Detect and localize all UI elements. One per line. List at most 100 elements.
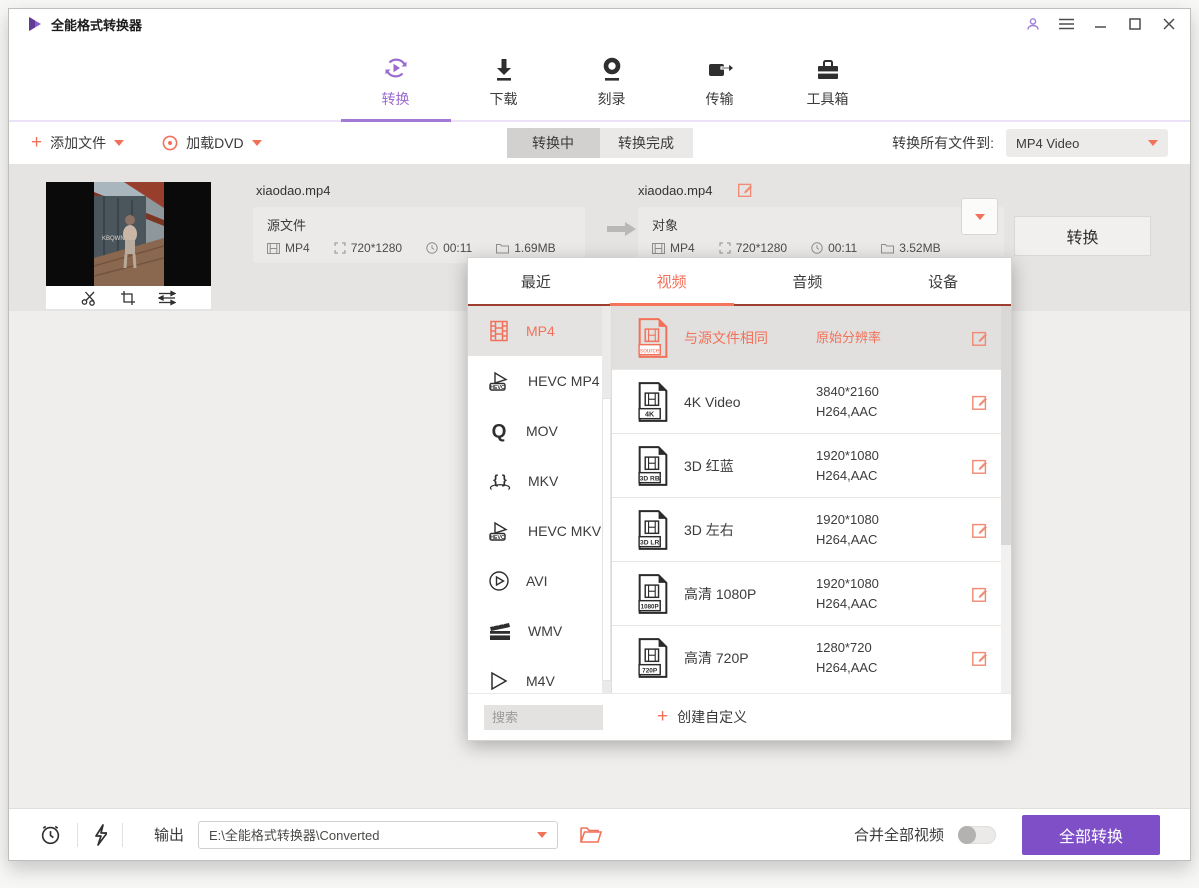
maximize-icon[interactable]	[1127, 17, 1142, 32]
format-list-scrollbar-thumb[interactable]	[602, 398, 611, 681]
preset-row-3d-rb[interactable]: 3D RB 3D 红蓝 1920*1080H264,AAC	[612, 434, 1011, 498]
chevron-down-icon	[537, 832, 547, 838]
nav-tab-label: 刻录	[598, 89, 626, 109]
format-item-mkv[interactable]: { } MKV	[468, 456, 611, 506]
tab-audio[interactable]: 音频	[740, 258, 876, 304]
toolbar: + 添加文件 加载DVD 转换中 转换完成 转换所有文件到: MP4 Video	[9, 122, 1190, 164]
nav-tab-convert[interactable]: 转换	[354, 51, 438, 109]
preset-edit-icon[interactable]	[971, 329, 989, 347]
load-dvd-button[interactable]: 加载DVD	[162, 133, 262, 153]
svg-text:HEVC: HEVC	[490, 535, 505, 541]
thumbnail-image: KBQWN	[46, 182, 211, 286]
nav-tab-burn[interactable]: 刻录	[570, 51, 654, 109]
mp4-film-icon	[488, 320, 510, 342]
chevron-down-icon[interactable]	[114, 140, 124, 146]
create-custom-label: 创建自定义	[677, 707, 747, 727]
preset-edit-icon[interactable]	[971, 457, 989, 475]
preset-name: 高清 1080P	[684, 584, 816, 604]
chevron-down-icon	[975, 214, 985, 220]
app-logo-icon	[27, 16, 43, 32]
convert-all-button[interactable]: 全部转换	[1022, 815, 1160, 855]
rename-edit-icon[interactable]	[737, 181, 754, 198]
preset-edit-icon[interactable]	[971, 521, 989, 539]
create-custom-button[interactable]: + 创建自定义	[657, 707, 747, 727]
minimize-icon[interactable]	[1093, 17, 1108, 32]
format-label: HEVC MKV	[528, 523, 601, 539]
nav-tab-transfer[interactable]: 传输	[678, 51, 762, 109]
chevron-down-icon	[1148, 140, 1158, 146]
svg-text:3D LR: 3D LR	[640, 539, 659, 546]
tab-converting[interactable]: 转换中	[507, 128, 600, 158]
preset-row-1080p[interactable]: 1080P 高清 1080P 1920*1080H264,AAC	[612, 562, 1011, 626]
format-label: WMV	[528, 623, 562, 639]
format-label: M4V	[526, 673, 555, 689]
mkv-brackets-icon: { }	[488, 470, 512, 492]
format-list-scrollbar-track[interactable]	[602, 306, 611, 693]
preset-list-scrollbar-track[interactable]	[1001, 306, 1011, 693]
format-item-mp4[interactable]: MP4	[468, 306, 611, 356]
preset-specs: 1920*1080H264,AAC	[816, 446, 879, 486]
format-item-wmv[interactable]: WMV	[468, 606, 611, 656]
format-item-hevc-mp4[interactable]: HEVC HEVC MP4	[468, 356, 611, 406]
preset-row-3d-lr[interactable]: 3D LR 3D 左右 1920*1080H264,AAC	[612, 498, 1011, 562]
preset-edit-icon[interactable]	[971, 649, 989, 667]
tab-recent[interactable]: 最近	[468, 258, 604, 304]
tab-device[interactable]: 设备	[875, 258, 1011, 304]
plus-icon: +	[31, 136, 42, 150]
preset-name: 3D 左右	[684, 520, 816, 540]
output-path-value: E:\全能格式转换器\Converted	[209, 825, 380, 844]
preset-list-scrollbar-thumb[interactable]	[1001, 306, 1011, 545]
open-folder-icon[interactable]	[580, 826, 602, 844]
clock-icon	[426, 242, 438, 254]
wmv-clapper-icon	[488, 620, 512, 642]
preset-name: 3D 红蓝	[684, 456, 816, 476]
hardware-acceleration-icon[interactable]	[93, 824, 107, 846]
format-label: MP4	[526, 323, 555, 339]
preset-edit-icon[interactable]	[971, 585, 989, 603]
resolution-icon	[719, 242, 731, 254]
schedule-clock-icon[interactable]	[39, 823, 62, 846]
effects-sliders-icon[interactable]	[158, 290, 176, 306]
target-format-dropdown-button[interactable]	[961, 198, 998, 235]
preset-row-720p[interactable]: 720P 高清 720P 1280*720H264,AAC	[612, 626, 1011, 690]
target-filename: xiaodao.mp4	[638, 183, 712, 198]
bottom-bar: 输出 E:\全能格式转换器\Converted 合并全部视频 全部转换	[9, 808, 1190, 860]
svg-text:HEVC: HEVC	[490, 385, 505, 391]
nav-tab-toolbox[interactable]: 工具箱	[786, 51, 870, 109]
plus-icon: +	[657, 710, 668, 724]
format-item-hevc-mkv[interactable]: HEVC HEVC MKV	[468, 506, 611, 556]
nav-tab-label: 转换	[382, 89, 410, 109]
format-item-mov[interactable]: Q MOV	[468, 406, 611, 456]
nav-tab-download[interactable]: 下载	[462, 51, 546, 109]
svg-text:1080P: 1080P	[641, 603, 659, 610]
convert-all-to-select[interactable]: MP4 Video	[1006, 129, 1168, 157]
format-item-avi[interactable]: AVI	[468, 556, 611, 606]
account-icon[interactable]	[1025, 17, 1040, 32]
merge-videos-toggle[interactable]	[958, 826, 996, 844]
output-label: 输出	[154, 824, 184, 845]
chevron-down-icon[interactable]	[252, 140, 262, 146]
convert-button[interactable]: 转换	[1014, 216, 1151, 256]
preset-edit-icon[interactable]	[971, 393, 989, 411]
trim-scissors-icon[interactable]	[81, 290, 98, 306]
merge-videos-label: 合并全部视频	[854, 824, 944, 845]
preset-row-source[interactable]: source 与源文件相同 原始分辨率	[612, 306, 1011, 370]
tab-converted[interactable]: 转换完成	[600, 128, 693, 158]
close-icon[interactable]	[1161, 17, 1176, 32]
output-path-select[interactable]: E:\全能格式转换器\Converted	[198, 821, 558, 849]
film-icon	[652, 243, 665, 254]
target-format: MP4	[652, 241, 695, 255]
crop-icon[interactable]	[120, 290, 136, 306]
add-file-button[interactable]: + 添加文件	[31, 133, 124, 153]
tab-video[interactable]: 视频	[604, 258, 740, 304]
burn-disc-icon	[600, 51, 624, 83]
search-input[interactable]	[484, 705, 603, 730]
format-item-m4v[interactable]: M4V	[468, 656, 611, 693]
hevc-play-icon: HEVC	[488, 520, 512, 542]
menu-icon[interactable]	[1059, 17, 1074, 32]
preset-3d-lr-icon: 3D LR	[636, 510, 670, 550]
target-resolution: 720*1280	[719, 241, 787, 255]
preset-row-4k[interactable]: 4K 4K Video 3840*2160H264,AAC	[612, 370, 1011, 434]
target-size: 3.52MB	[881, 241, 940, 255]
nav-tab-label: 下载	[490, 89, 518, 109]
